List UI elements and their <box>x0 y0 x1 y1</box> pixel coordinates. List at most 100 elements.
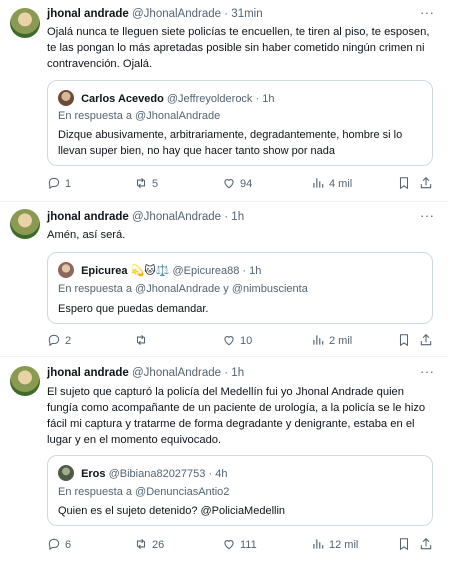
views-count: 4 mil <box>329 178 353 190</box>
tweet-text: Ojalá nunca te lleguen siete policías te… <box>47 26 430 70</box>
quoted-tweet[interactable]: Eros @Bibiana82027753 · 4h En respuesta … <box>47 455 433 526</box>
quote-header: Carlos Acevedo @Jeffreyolderock · 1h <box>58 90 274 106</box>
action-bar: 1 5 94 4 mil <box>47 176 442 192</box>
timestamp[interactable]: 1h <box>231 367 244 379</box>
reply-button[interactable]: 6 <box>47 537 71 551</box>
tweet-text: El sujeto que capturó la policía del Med… <box>47 386 426 446</box>
repost-icon <box>136 177 146 189</box>
like-icon <box>224 540 234 550</box>
separator-dot: · <box>224 8 229 20</box>
quoted-tweet[interactable]: Carlos Acevedo @Jeffreyolderock · 1h En … <box>47 80 433 166</box>
action-bar: 6 26 111 12 mil <box>47 537 442 553</box>
more-icon[interactable]: ··· <box>420 208 435 223</box>
views-count: 12 mil <box>329 539 359 551</box>
share-button[interactable] <box>419 333 433 347</box>
bookmark-icon <box>399 538 409 551</box>
reply-count: 6 <box>65 539 72 551</box>
author-name[interactable]: jhonal andrade <box>47 211 129 223</box>
tweet[interactable]: jhonal andrade @JhonalAndrade · 1h ··· A… <box>0 202 448 352</box>
quote-author-name: Eros <box>81 468 106 480</box>
quote-header: Epicurea 💫🐱⚖️ @Epicurea88 · 1h <box>58 262 261 278</box>
reply-icon <box>48 334 60 347</box>
like-count: 10 <box>240 335 253 347</box>
views-button[interactable]: 2 mil <box>311 333 352 347</box>
quote-avatar <box>58 90 74 106</box>
like-button[interactable]: 111 <box>222 537 257 551</box>
like-count: 94 <box>240 178 253 190</box>
reply-button[interactable]: 1 <box>47 176 71 190</box>
repost-count: 5 <box>152 178 159 190</box>
avatar[interactable] <box>10 8 40 38</box>
tweet[interactable]: jhonal andrade @JhonalAndrade · 1h ··· E… <box>0 357 448 567</box>
author-name[interactable]: jhonal andrade <box>47 367 129 379</box>
bookmark-icon <box>399 334 409 347</box>
bookmark-icon <box>399 177 409 190</box>
quote-reply-context: En respuesta a @DenunciasAntio2 <box>58 486 230 498</box>
author-handle[interactable]: @JhonalAndrade <box>132 367 221 379</box>
bookmark-button[interactable] <box>397 537 411 551</box>
more-icon[interactable]: ··· <box>420 5 435 20</box>
bookmark-button[interactable] <box>397 333 411 347</box>
quote-timestamp: 1h <box>262 93 275 105</box>
views-icon <box>313 539 324 549</box>
separator-dot: · <box>242 265 247 277</box>
tweet-header: jhonal andrade @JhonalAndrade · 31min <box>47 8 263 20</box>
share-button[interactable] <box>419 176 433 190</box>
views-icon <box>313 178 324 188</box>
bookmark-button[interactable] <box>397 176 411 190</box>
timestamp[interactable]: 1h <box>231 211 244 223</box>
repost-icon <box>136 538 146 550</box>
quote-text: Espero que puedas demandar. <box>58 303 209 315</box>
author-name[interactable]: jhonal andrade <box>47 8 129 20</box>
avatar[interactable] <box>10 366 40 396</box>
reply-icon <box>48 538 60 551</box>
share-icon <box>420 538 432 550</box>
share-icon <box>420 334 432 346</box>
action-bar: 2 10 2 mil <box>47 333 442 349</box>
repost-button[interactable] <box>134 333 152 347</box>
tweet[interactable]: jhonal andrade @JhonalAndrade · 31min ··… <box>0 0 448 200</box>
like-icon <box>224 179 234 189</box>
timestamp[interactable]: 31min <box>231 8 262 20</box>
like-button[interactable]: 10 <box>222 333 252 347</box>
separator-dot: · <box>224 211 229 223</box>
reply-button[interactable]: 2 <box>47 333 71 347</box>
repost-button[interactable]: 26 <box>134 537 164 551</box>
quote-text: Quien es el sujeto detenido? @PoliciaMed… <box>58 505 286 517</box>
tweet-text: Amén, así será. <box>47 229 126 241</box>
separator-dot: · <box>224 367 229 379</box>
quote-avatar <box>58 262 74 278</box>
quote-author-name: Epicurea 💫🐱⚖️ <box>81 265 170 277</box>
more-icon[interactable]: ··· <box>420 364 435 379</box>
share-button[interactable] <box>419 537 433 551</box>
author-handle[interactable]: @JhonalAndrade <box>132 8 221 20</box>
tweet-header: jhonal andrade @JhonalAndrade · 1h <box>47 211 244 223</box>
quoted-tweet[interactable]: Epicurea 💫🐱⚖️ @Epicurea88 · 1h En respue… <box>47 252 433 324</box>
reply-count: 1 <box>65 178 72 190</box>
like-icon <box>224 336 234 346</box>
share-icon <box>420 177 432 189</box>
quote-author-name: Carlos Acevedo <box>81 93 164 105</box>
quote-timestamp: 4h <box>215 468 228 480</box>
separator-dot: · <box>255 93 260 105</box>
like-button[interactable]: 94 <box>222 176 252 190</box>
repost-count: 26 <box>152 539 165 551</box>
quote-author-handle: @Jeffreyolderock <box>166 93 253 105</box>
reply-count: 2 <box>65 335 72 347</box>
quote-reply-context: En respuesta a @JhonalAndrade y @nimbusc… <box>58 283 308 295</box>
like-count: 111 <box>240 539 257 551</box>
views-icon <box>313 335 324 345</box>
views-button[interactable]: 4 mil <box>311 176 352 190</box>
quote-text: Dizque abusivamente, arbitrariamente, de… <box>58 129 403 157</box>
repost-button[interactable]: 5 <box>134 176 158 190</box>
quote-author-handle: @Epicurea88 <box>172 265 240 277</box>
repost-icon <box>136 334 146 346</box>
author-handle[interactable]: @JhonalAndrade <box>132 211 221 223</box>
quote-author-handle: @Bibiana82027753 <box>108 468 206 480</box>
reply-icon <box>48 177 60 190</box>
separator-dot: · <box>208 468 213 480</box>
quote-avatar <box>58 465 74 481</box>
views-count: 2 mil <box>329 335 353 347</box>
views-button[interactable]: 12 mil <box>311 537 358 551</box>
avatar[interactable] <box>10 209 40 239</box>
